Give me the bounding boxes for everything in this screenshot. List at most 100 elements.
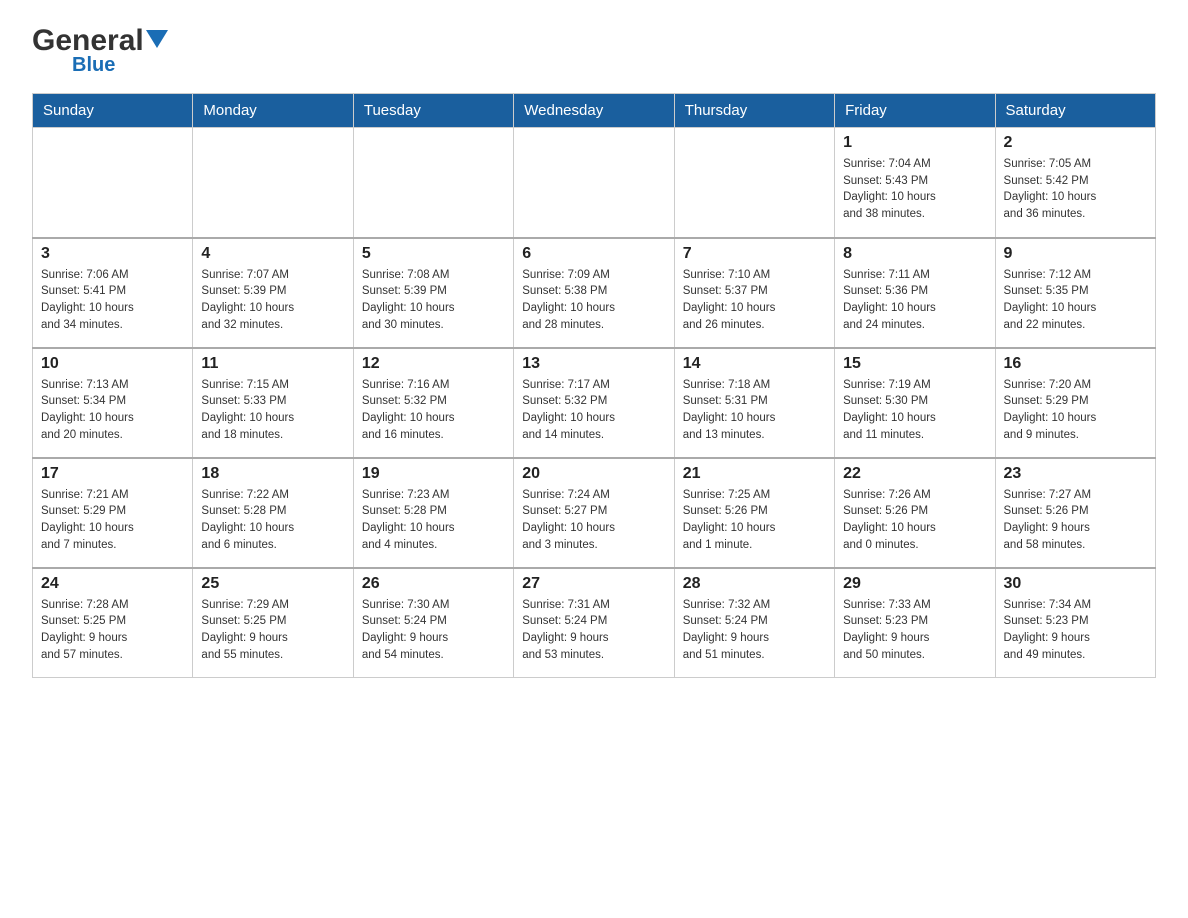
day-number: 23: [1004, 465, 1147, 483]
calendar-cell: 7 Sunrise: 7:10 AM Sunset: 5:37 PM Daylig…: [674, 238, 834, 348]
day-info: Sunrise: 7:15 AM Sunset: 5:33 PM Dayligh…: [201, 377, 344, 444]
day-number: 15: [843, 355, 986, 373]
day-number: 29: [843, 575, 986, 593]
day-number: 9: [1004, 245, 1147, 263]
day-info: Sunrise: 7:12 AM Sunset: 5:35 PM Dayligh…: [1004, 267, 1147, 334]
weekday-header-thursday: Thursday: [674, 94, 834, 128]
weekday-header-row: SundayMondayTuesdayWednesdayThursdayFrid…: [33, 94, 1156, 128]
day-number: 7: [683, 245, 826, 263]
calendar-cell: 30 Sunrise: 7:34 AM Sunset: 5:23 PM Dayli…: [995, 568, 1155, 678]
calendar-cell: 23 Sunrise: 7:27 AM Sunset: 5:26 PM Dayli…: [995, 458, 1155, 568]
calendar-cell: 25 Sunrise: 7:29 AM Sunset: 5:25 PM Dayli…: [193, 568, 353, 678]
day-info: Sunrise: 7:04 AM Sunset: 5:43 PM Dayligh…: [843, 156, 986, 223]
day-info: Sunrise: 7:26 AM Sunset: 5:26 PM Dayligh…: [843, 487, 986, 554]
calendar-cell: 17 Sunrise: 7:21 AM Sunset: 5:29 PM Dayli…: [33, 458, 193, 568]
week-row-3: 10 Sunrise: 7:13 AM Sunset: 5:34 PM Dayli…: [33, 348, 1156, 458]
weekday-header-saturday: Saturday: [995, 94, 1155, 128]
week-row-4: 17 Sunrise: 7:21 AM Sunset: 5:29 PM Dayli…: [33, 458, 1156, 568]
calendar-cell: 22 Sunrise: 7:26 AM Sunset: 5:26 PM Dayli…: [835, 458, 995, 568]
calendar-cell: 18 Sunrise: 7:22 AM Sunset: 5:28 PM Dayli…: [193, 458, 353, 568]
day-info: Sunrise: 7:31 AM Sunset: 5:24 PM Dayligh…: [522, 597, 665, 664]
calendar-cell: 1 Sunrise: 7:04 AM Sunset: 5:43 PM Daylig…: [835, 128, 995, 238]
day-number: 28: [683, 575, 826, 593]
calendar-cell: 14 Sunrise: 7:18 AM Sunset: 5:31 PM Dayli…: [674, 348, 834, 458]
calendar-cell: 5Sunrise: 7:08 AM Sunset: 5:39 PM Daylig…: [353, 238, 513, 348]
day-info: Sunrise: 7:06 AM Sunset: 5:41 PM Dayligh…: [41, 267, 184, 334]
calendar-cell: 26 Sunrise: 7:30 AM Sunset: 5:24 PM Dayli…: [353, 568, 513, 678]
day-number: 24: [41, 575, 184, 593]
calendar-cell: 6 Sunrise: 7:09 AM Sunset: 5:38 PM Daylig…: [514, 238, 674, 348]
week-row-5: 24 Sunrise: 7:28 AM Sunset: 5:25 PM Dayli…: [33, 568, 1156, 678]
day-number: 26: [362, 575, 505, 593]
day-info: Sunrise: 7:33 AM Sunset: 5:23 PM Dayligh…: [843, 597, 986, 664]
day-number: 18: [201, 465, 344, 483]
calendar-cell: [514, 128, 674, 238]
day-number: 3: [41, 245, 184, 263]
day-info: Sunrise: 7:23 AM Sunset: 5:28 PM Dayligh…: [362, 487, 505, 554]
calendar-cell: 2 Sunrise: 7:05 AM Sunset: 5:42 PM Daylig…: [995, 128, 1155, 238]
calendar-cell: [674, 128, 834, 238]
calendar-cell: 27 Sunrise: 7:31 AM Sunset: 5:24 PM Dayli…: [514, 568, 674, 678]
calendar-cell: [193, 128, 353, 238]
day-number: 25: [201, 575, 344, 593]
week-row-2: 3 Sunrise: 7:06 AM Sunset: 5:41 PM Daylig…: [33, 238, 1156, 348]
calendar-cell: 19 Sunrise: 7:23 AM Sunset: 5:28 PM Dayli…: [353, 458, 513, 568]
calendar-cell: 24 Sunrise: 7:28 AM Sunset: 5:25 PM Dayli…: [33, 568, 193, 678]
day-number: 17: [41, 465, 184, 483]
day-number: 14: [683, 355, 826, 373]
day-info: Sunrise: 7:29 AM Sunset: 5:25 PM Dayligh…: [201, 597, 344, 664]
day-number: 16: [1004, 355, 1147, 373]
day-info: Sunrise: 7:16 AM Sunset: 5:32 PM Dayligh…: [362, 377, 505, 444]
logo-blue: Blue: [72, 54, 115, 77]
calendar-cell: 3 Sunrise: 7:06 AM Sunset: 5:41 PM Daylig…: [33, 238, 193, 348]
day-info: Sunrise: 7:30 AM Sunset: 5:24 PM Dayligh…: [362, 597, 505, 664]
day-info: Sunrise: 7:24 AM Sunset: 5:27 PM Dayligh…: [522, 487, 665, 554]
day-number: 1: [843, 134, 986, 152]
day-number: 13: [522, 355, 665, 373]
day-info: Sunrise: 7:19 AM Sunset: 5:30 PM Dayligh…: [843, 377, 986, 444]
day-info: Sunrise: 7:27 AM Sunset: 5:26 PM Dayligh…: [1004, 487, 1147, 554]
logo-general: General: [32, 24, 144, 58]
day-info: Sunrise: 7:22 AM Sunset: 5:28 PM Dayligh…: [201, 487, 344, 554]
day-info: Sunrise: 7:20 AM Sunset: 5:29 PM Dayligh…: [1004, 377, 1147, 444]
day-number: 19: [362, 465, 505, 483]
calendar-cell: 15 Sunrise: 7:19 AM Sunset: 5:30 PM Dayli…: [835, 348, 995, 458]
weekday-header-wednesday: Wednesday: [514, 94, 674, 128]
day-info: Sunrise: 7:25 AM Sunset: 5:26 PM Dayligh…: [683, 487, 826, 554]
week-row-1: 1 Sunrise: 7:04 AM Sunset: 5:43 PM Daylig…: [33, 128, 1156, 238]
day-info: Sunrise: 7:05 AM Sunset: 5:42 PM Dayligh…: [1004, 156, 1147, 223]
day-info: Sunrise: 7:09 AM Sunset: 5:38 PM Dayligh…: [522, 267, 665, 334]
weekday-header-tuesday: Tuesday: [353, 94, 513, 128]
logo: General Blue: [32, 24, 168, 77]
calendar-cell: 28Sunrise: 7:32 AM Sunset: 5:24 PM Dayli…: [674, 568, 834, 678]
weekday-header-friday: Friday: [835, 94, 995, 128]
day-info: Sunrise: 7:17 AM Sunset: 5:32 PM Dayligh…: [522, 377, 665, 444]
day-info: Sunrise: 7:28 AM Sunset: 5:25 PM Dayligh…: [41, 597, 184, 664]
calendar-cell: 4Sunrise: 7:07 AM Sunset: 5:39 PM Daylig…: [193, 238, 353, 348]
calendar-cell: 21Sunrise: 7:25 AM Sunset: 5:26 PM Dayli…: [674, 458, 834, 568]
calendar-cell: 16 Sunrise: 7:20 AM Sunset: 5:29 PM Dayli…: [995, 348, 1155, 458]
day-number: 10: [41, 355, 184, 373]
day-info: Sunrise: 7:13 AM Sunset: 5:34 PM Dayligh…: [41, 377, 184, 444]
day-number: 27: [522, 575, 665, 593]
day-info: Sunrise: 7:34 AM Sunset: 5:23 PM Dayligh…: [1004, 597, 1147, 664]
day-info: Sunrise: 7:21 AM Sunset: 5:29 PM Dayligh…: [41, 487, 184, 554]
calendar-cell: 10 Sunrise: 7:13 AM Sunset: 5:34 PM Dayli…: [33, 348, 193, 458]
calendar-cell: 20Sunrise: 7:24 AM Sunset: 5:27 PM Dayli…: [514, 458, 674, 568]
day-number: 11: [201, 355, 344, 373]
day-number: 22: [843, 465, 986, 483]
calendar-cell: 29 Sunrise: 7:33 AM Sunset: 5:23 PM Dayli…: [835, 568, 995, 678]
calendar-cell: 13 Sunrise: 7:17 AM Sunset: 5:32 PM Dayli…: [514, 348, 674, 458]
weekday-header-sunday: Sunday: [33, 94, 193, 128]
day-info: Sunrise: 7:18 AM Sunset: 5:31 PM Dayligh…: [683, 377, 826, 444]
day-info: Sunrise: 7:10 AM Sunset: 5:37 PM Dayligh…: [683, 267, 826, 334]
page-header: General Blue: [32, 24, 1156, 77]
day-number: 2: [1004, 134, 1147, 152]
day-number: 6: [522, 245, 665, 263]
day-info: Sunrise: 7:07 AM Sunset: 5:39 PM Dayligh…: [201, 267, 344, 334]
day-number: 30: [1004, 575, 1147, 593]
calendar-cell: 12Sunrise: 7:16 AM Sunset: 5:32 PM Dayli…: [353, 348, 513, 458]
day-info: Sunrise: 7:08 AM Sunset: 5:39 PM Dayligh…: [362, 267, 505, 334]
calendar-cell: 11 Sunrise: 7:15 AM Sunset: 5:33 PM Dayli…: [193, 348, 353, 458]
calendar-cell: [33, 128, 193, 238]
